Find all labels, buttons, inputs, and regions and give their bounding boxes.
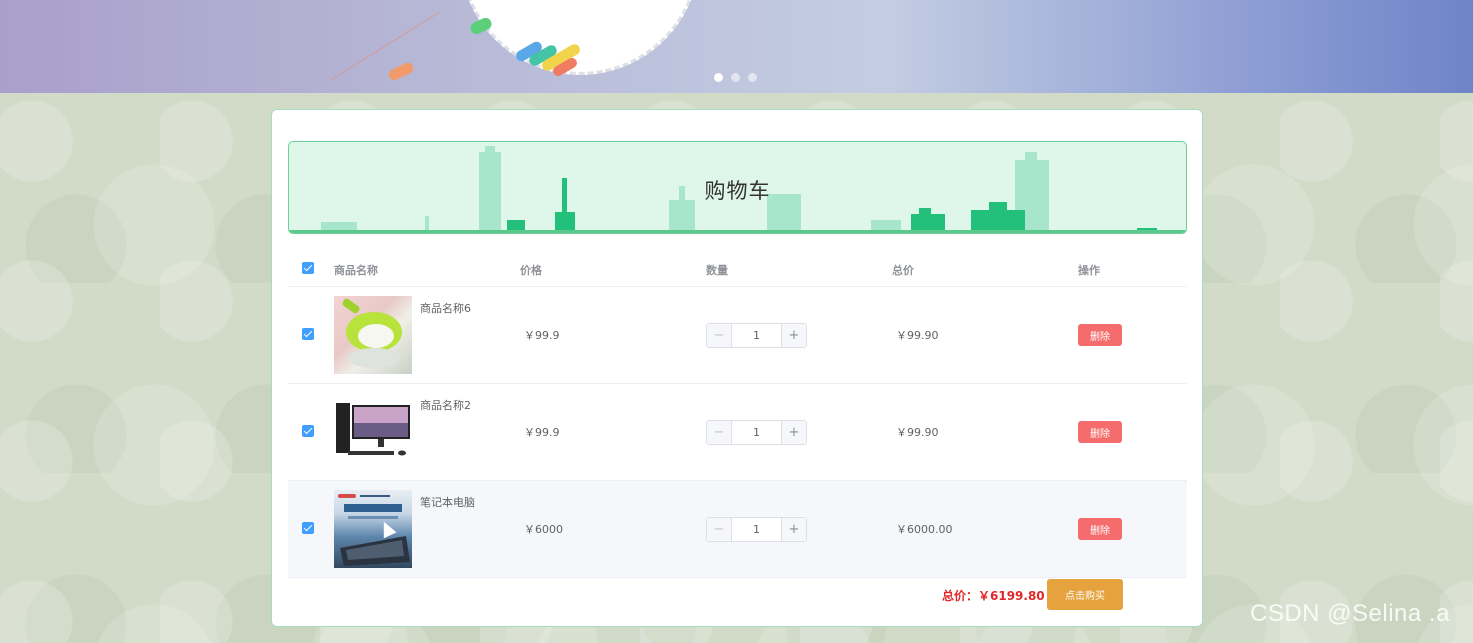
banner-carousel[interactable] <box>0 0 1473 93</box>
actions-cell: 删除 <box>1078 518 1187 540</box>
row-checkbox[interactable] <box>302 424 314 437</box>
header-actions: 操作 <box>1078 263 1100 277</box>
cart-card: 购物车 商品名称 价格 数量 总价 操作 商品名称6 ￥99.9 − 1 + ￥… <box>271 109 1203 627</box>
green-bowl-image[interactable] <box>334 296 412 374</box>
quantity-input[interactable]: 1 <box>732 426 781 439</box>
cart-header-panel: 购物车 <box>288 141 1187 234</box>
delete-button[interactable]: 删除 <box>1078 324 1122 346</box>
cart-table: 商品名称 价格 数量 总价 操作 商品名称6 ￥99.9 − 1 + ￥99.9… <box>288 253 1187 578</box>
row-checkbox[interactable] <box>302 327 314 340</box>
cart-title: 购物车 <box>704 179 771 203</box>
actions-cell: 删除 <box>1078 324 1187 346</box>
row-check-cell <box>288 327 334 343</box>
product-price: ￥99.9 <box>524 426 560 439</box>
qty-cell: − 1 + <box>706 322 892 348</box>
increase-button[interactable]: + <box>781 420 806 444</box>
row-check-cell <box>288 521 334 537</box>
carousel-dot-1[interactable] <box>714 73 723 82</box>
row-total: ￥99.90 <box>896 329 939 342</box>
header-price: 价格 <box>520 263 542 277</box>
product-cell: 商品名称2 <box>334 393 520 471</box>
product-name[interactable]: 笔记本电脑 <box>420 494 475 510</box>
grand-total: 总价：￥6199.80 <box>942 589 1045 603</box>
table-row: 商品名称6 ￥99.9 − 1 + ￥99.90 删除 <box>288 287 1187 384</box>
decrease-button[interactable]: − <box>707 517 732 541</box>
product-name[interactable]: 商品名称2 <box>420 397 471 413</box>
delete-button[interactable]: 删除 <box>1078 518 1122 540</box>
bowl-illustration <box>342 298 402 368</box>
product-cell: 商品名称6 <box>334 296 520 374</box>
table-row: 商品名称2 ￥99.9 − 1 + ￥99.90 删除 <box>288 384 1187 481</box>
row-checkbox[interactable] <box>302 521 314 534</box>
select-all-cell <box>288 262 334 277</box>
row-total: ￥6000.00 <box>896 523 953 536</box>
decrease-button[interactable]: − <box>707 323 732 347</box>
watermark: CSDN @Selina .a <box>1250 600 1450 627</box>
desktop-computer-image[interactable] <box>334 393 412 471</box>
increase-button[interactable]: + <box>781 323 806 347</box>
actions-cell: 删除 <box>1078 421 1187 443</box>
carousel-dot-3[interactable] <box>748 73 757 82</box>
row-check-cell <box>288 424 334 440</box>
quantity-input[interactable]: 1 <box>732 523 781 536</box>
header-total: 总价 <box>892 263 914 277</box>
qty-cell: − 1 + <box>706 419 892 445</box>
row-total: ￥99.90 <box>896 426 939 439</box>
desktop-illustration <box>336 403 410 456</box>
banner-streak-orange <box>386 61 416 82</box>
banner-line <box>329 11 441 81</box>
table-row: 笔记本电脑 ￥6000 − 1 + ￥6000.00 删除 <box>288 481 1187 578</box>
header-name: 商品名称 <box>334 263 378 277</box>
decrease-button[interactable]: − <box>707 420 732 444</box>
quantity-stepper: − 1 + <box>706 322 807 348</box>
laptop-illustration <box>338 494 410 566</box>
product-price: ￥6000 <box>524 523 563 536</box>
increase-button[interactable]: + <box>781 517 806 541</box>
quantity-stepper: − 1 + <box>706 419 807 445</box>
table-header: 商品名称 价格 数量 总价 操作 <box>288 253 1187 287</box>
product-cell: 笔记本电脑 <box>334 490 520 568</box>
carousel-indicators <box>714 73 757 82</box>
buy-button[interactable]: 点击购买 <box>1047 579 1123 610</box>
quantity-input[interactable]: 1 <box>732 329 781 342</box>
laptop-poster-image[interactable] <box>334 490 412 568</box>
header-quantity: 数量 <box>706 263 728 277</box>
product-price: ￥99.9 <box>524 329 560 342</box>
select-all-checkbox[interactable] <box>302 262 314 274</box>
banner-circle-graphic <box>460 0 700 75</box>
carousel-dot-2[interactable] <box>731 73 740 82</box>
cart-footer: 总价：￥6199.80 点击购买 <box>288 579 1187 611</box>
quantity-stepper: − 1 + <box>706 516 807 542</box>
delete-button[interactable]: 删除 <box>1078 421 1122 443</box>
product-name[interactable]: 商品名称6 <box>420 300 471 316</box>
qty-cell: − 1 + <box>706 516 892 542</box>
header-baseline <box>289 230 1186 233</box>
